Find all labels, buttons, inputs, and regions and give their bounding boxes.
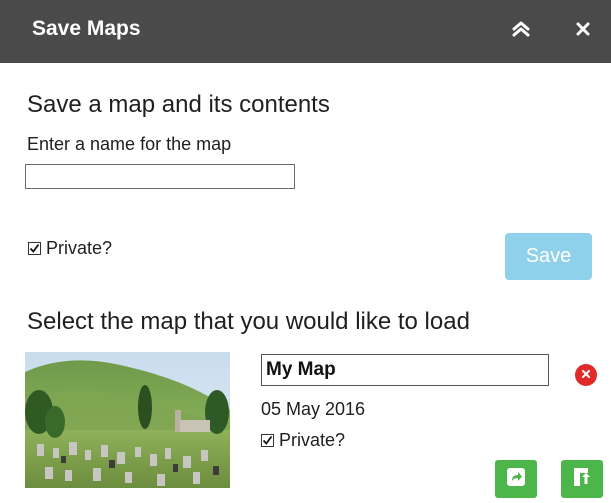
- panel-title: Save Maps: [32, 17, 141, 40]
- private-checkbox-save[interactable]: Private?: [28, 238, 112, 259]
- checkbox[interactable]: [28, 242, 41, 255]
- map-thumbnail[interactable]: [25, 352, 230, 488]
- map-date: 05 May 2016: [261, 399, 366, 419]
- delete-map-button[interactable]: [575, 364, 597, 386]
- private-label: Private?: [279, 430, 346, 450]
- share-export-icon: [506, 467, 526, 492]
- private-checkbox-map[interactable]: Private?: [261, 430, 345, 451]
- close-icon: [576, 22, 590, 41]
- save-section-heading: Save a map and its contents: [27, 91, 330, 118]
- map-name-input[interactable]: [25, 164, 295, 189]
- load-map-button[interactable]: [561, 460, 603, 498]
- panel-header: Save Maps: [0, 0, 611, 63]
- close-button[interactable]: [568, 16, 598, 46]
- load-file-icon: [572, 467, 592, 492]
- checkmark-icon: [262, 435, 273, 445]
- load-section-heading: Select the map that you would like to lo…: [27, 308, 470, 335]
- map-name-label: Enter a name for the map: [27, 134, 232, 154]
- save-button[interactable]: Save: [505, 233, 592, 280]
- checkmark-icon: [29, 243, 40, 253]
- saved-map-name-input[interactable]: [261, 354, 549, 386]
- delete-x-icon: [581, 366, 591, 384]
- double-chevron-up-icon: [512, 21, 530, 42]
- checkbox[interactable]: [261, 434, 274, 447]
- collapse-button[interactable]: [506, 16, 536, 46]
- private-label: Private?: [46, 238, 113, 258]
- share-map-button[interactable]: [495, 460, 537, 498]
